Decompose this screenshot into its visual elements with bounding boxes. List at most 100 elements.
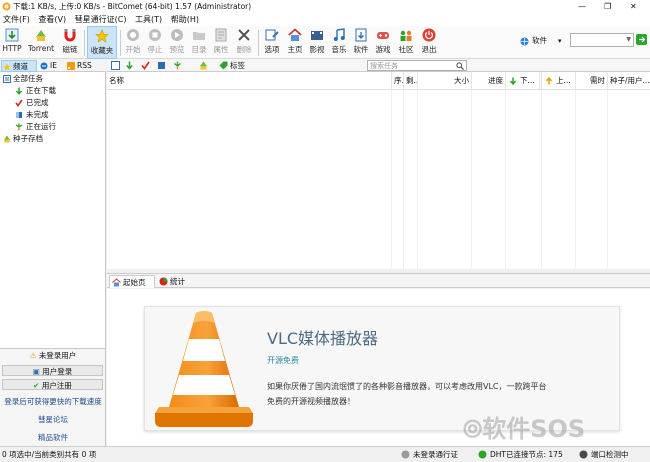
incomplete-icon <box>16 112 22 118</box>
magnet-button[interactable]: 磁链 <box>60 26 80 59</box>
column-seq[interactable]: 序... <box>391 72 403 90</box>
start-button[interactable]: 开始 <box>123 26 143 59</box>
grid-line <box>471 90 472 269</box>
tree-incomplete[interactable]: 未完成 <box>0 109 106 121</box>
task-toolbar: 标签 搜索任务 <box>107 59 650 72</box>
toolbar-separator <box>120 30 121 56</box>
task-list-header: 名称 序... 剩... 大小 进度 下... 上... 需时 种子/用户... <box>107 72 650 90</box>
directory-button[interactable]: 目录 <box>189 26 209 59</box>
dht-status: DHT已连接节点: 175 <box>477 447 563 462</box>
preview-button[interactable]: 预览 <box>167 26 187 59</box>
check-icon[interactable] <box>141 61 150 70</box>
menu-passport[interactable]: 彗星通行证(C) <box>72 13 130 26</box>
http-download-icon <box>5 28 19 42</box>
film-icon <box>311 31 323 40</box>
tags-button[interactable]: 标签 <box>219 59 245 72</box>
grid-line <box>607 90 608 269</box>
menu-help[interactable]: 帮助(H) <box>168 13 202 26</box>
column-download-speed[interactable]: 下... <box>505 72 539 90</box>
tasks-icon <box>3 75 11 83</box>
options-button[interactable]: 选项 <box>261 26 283 59</box>
column-remaining[interactable]: 剩... <box>403 72 417 90</box>
games-button[interactable]: 游戏 <box>373 26 393 59</box>
vlc-cone-icon <box>155 311 253 427</box>
promo-description-line1: 如果你厌倦了国内流氓惯了的各种影音播放器，可以考虑改用VLC，一款跨平台 <box>267 382 547 391</box>
passport-status[interactable]: 未登录通行证 <box>400 447 458 462</box>
running-icon[interactable] <box>173 61 182 70</box>
menu-file[interactable]: 文件(F) <box>0 13 33 26</box>
torrent-button[interactable]: Torrent <box>25 26 57 59</box>
login-hint-link[interactable]: 登录后可获得更快的下载速度 <box>0 396 106 408</box>
folder-icon <box>193 32 205 40</box>
music-button[interactable]: 音乐 <box>329 26 349 59</box>
restore-button[interactable]: ❐ <box>604 0 611 13</box>
promo-title: VLC媒体播放器 <box>267 329 379 348</box>
favorites-button[interactable]: 收藏夹 <box>87 26 117 59</box>
download-arrow-icon[interactable] <box>125 61 134 70</box>
premium-software-link[interactable]: 精品软件 <box>0 432 106 444</box>
tab-statistics[interactable]: 统计 <box>157 275 193 288</box>
grid-line <box>403 90 404 269</box>
grid-line <box>417 90 418 269</box>
column-eta[interactable]: 需时 <box>575 72 607 90</box>
column-size[interactable]: 大小 <box>417 72 471 90</box>
tree-completed[interactable]: 已完成 <box>0 97 106 109</box>
power-icon <box>422 28 436 42</box>
star-icon <box>95 29 109 43</box>
task-list[interactable]: 名称 序... 剩... 大小 进度 下... 上... 需时 种子/用户... <box>107 72 650 269</box>
close-button[interactable]: ✕ <box>630 0 637 13</box>
detail-tabs: 起始页 统计 <box>107 273 650 288</box>
register-button[interactable]: ✔ 用户注册 <box>2 379 103 390</box>
tree-torrent-archive[interactable]: 种子存档 <box>0 133 106 145</box>
tab-channels[interactable]: 频道 <box>1 60 37 72</box>
column-upload-speed[interactable]: 上... <box>541 72 575 90</box>
forum-link[interactable]: 彗星论坛 <box>0 414 106 426</box>
category-pane: 频道 IE RSS 全部任务 正在下载 已完成 未完成 正在运行 种子存档 <box>0 59 106 348</box>
software-button[interactable]: 软件 <box>351 26 371 59</box>
search-category-dropdown[interactable]: 软件 ▾ <box>518 35 568 47</box>
magnet-icon <box>64 29 76 42</box>
tab-start-page[interactable]: 起始页 <box>109 275 155 288</box>
archive-icon[interactable] <box>199 61 208 70</box>
tree-running[interactable]: 正在运行 <box>0 121 106 133</box>
ie-icon <box>40 62 48 70</box>
left-tabs: 频道 IE RSS <box>0 59 106 72</box>
column-name[interactable]: 名称 <box>107 72 391 90</box>
port-status[interactable]: 端口检测中 <box>578 447 629 462</box>
column-seeds-peers[interactable]: 种子/用户... <box>607 72 650 90</box>
upload-icon <box>545 77 553 85</box>
go-arrow-icon[interactable] <box>636 34 647 45</box>
chevron-down-icon: ▾ <box>558 37 562 45</box>
properties-button[interactable]: 属性 <box>211 26 231 59</box>
home-button[interactable]: 主页 <box>285 26 305 59</box>
stop-icon <box>149 29 161 41</box>
community-button[interactable]: 社区 <box>395 26 417 59</box>
minimize-button[interactable]: — <box>578 0 586 13</box>
video-button[interactable]: 影视 <box>307 26 327 59</box>
tree-downloading[interactable]: 正在下载 <box>0 85 106 97</box>
http-button[interactable]: HTTP <box>1 26 23 59</box>
column-progress[interactable]: 进度 <box>471 72 505 90</box>
menu-view[interactable]: 查看(V) <box>35 13 69 26</box>
delete-button[interactable]: 删除 <box>233 26 255 59</box>
user-panel: ⚠ 未登录用户 ▣ 用户登录 ✔ 用户注册 登录后可获得更快的下载速度 彗星论坛… <box>0 348 106 446</box>
selection-status: 0 项选中/当前类别共有 0 项 <box>2 450 97 459</box>
stop-button[interactable]: 停止 <box>145 26 165 59</box>
tab-rss[interactable]: RSS <box>66 60 96 72</box>
incomplete-icon[interactable] <box>157 61 166 70</box>
login-button[interactable]: ▣ 用户登录 <box>2 365 103 376</box>
main-toolbar: HTTP Torrent 磁链 收藏夹 开始 停止 预览 目录 属性 删除 选项 <box>0 26 650 59</box>
menu-tools[interactable]: 工具(T) <box>132 13 165 26</box>
new-task-icon[interactable] <box>111 61 120 70</box>
star-icon <box>3 63 11 71</box>
tab-ie[interactable]: IE <box>39 60 65 72</box>
globe-icon <box>520 37 529 46</box>
user-icon: ▣ <box>32 367 40 376</box>
task-search-input[interactable]: 搜索任务 <box>367 60 467 71</box>
tree-all-tasks[interactable]: 全部任务 <box>0 73 106 85</box>
exit-button[interactable]: 退出 <box>419 26 439 59</box>
promo-description-line2: 免费的开源视频播放器！ <box>267 397 355 406</box>
title-bar: 下载:1 KB/s, 上传:0 KB/s - BitComet (64-bit)… <box>0 0 650 13</box>
search-input[interactable]: ▼ <box>570 33 634 47</box>
start-icon <box>127 29 139 41</box>
